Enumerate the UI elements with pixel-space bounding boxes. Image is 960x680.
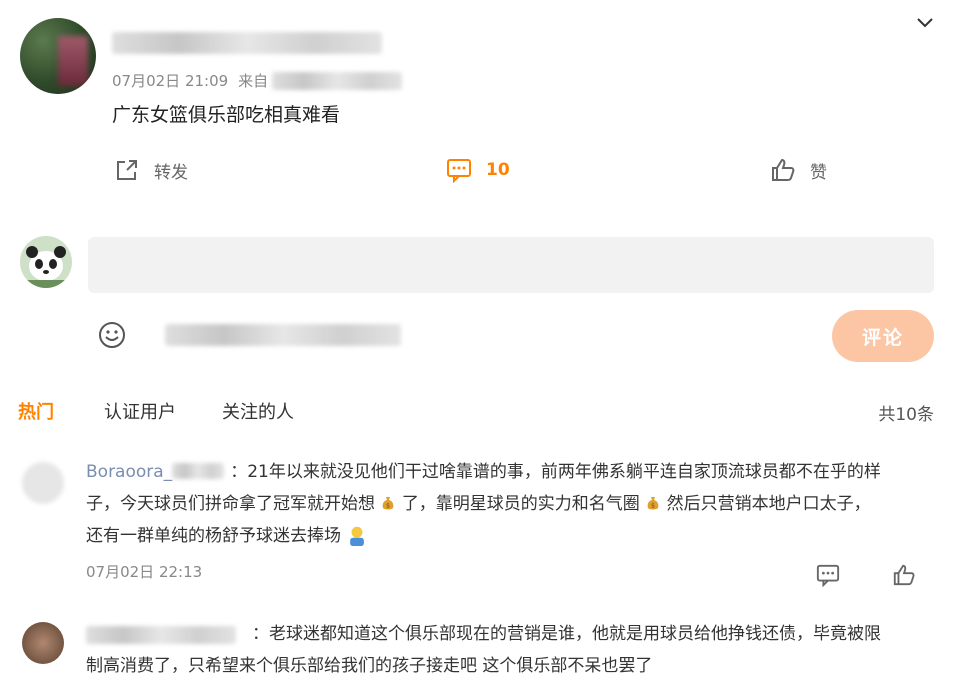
author-name-blurred[interactable] (112, 32, 382, 54)
comment-avatar[interactable] (22, 622, 64, 664)
submit-comment-button[interactable]: 评论 (832, 310, 934, 362)
post-meta: 07月02日 21:09 来自 (112, 70, 268, 91)
comment-input[interactable] (88, 237, 934, 293)
comment-body: ：老球迷都知道这个俱乐部现在的营销是谁，他就是用球员给他挣钱还债，毕竟被限 (252, 618, 932, 650)
svg-text:$: $ (651, 503, 655, 510)
repost-label: 转发 (154, 162, 188, 183)
author-avatar[interactable] (20, 18, 96, 94)
post-body: 广东女篮俱乐部吃相真难看 (112, 104, 341, 126)
repost-option-blurred[interactable] (165, 324, 401, 346)
comment-button[interactable]: 10 (446, 156, 510, 184)
thumbs-up-icon (772, 158, 795, 181)
comment-text-line1: 21年以来就没见他们干过啥靠谱的事，前两年佛系躺平连自家顶流球员都不在乎的样 (247, 462, 881, 482)
panda-avatar-image (20, 236, 72, 288)
username-blurred[interactable] (86, 626, 236, 644)
comment-total: 共10条 (878, 405, 934, 425)
comment-text-line2: 制高消费了，只希望来个俱乐部给我们的孩子接走吧 这个俱乐部不呆也罢了 (86, 656, 653, 676)
chevron-down-icon[interactable] (914, 12, 936, 34)
comment-count: 10 (486, 160, 510, 180)
person-emoji-icon (350, 526, 365, 546)
name-separator: ： (230, 462, 248, 482)
username-blurred (172, 463, 225, 479)
comment-text-line1: 老球迷都知道这个俱乐部现在的营销是谁，他就是用球员给他挣钱还债，毕竟被限 (269, 624, 881, 644)
comment-text-line2a: 子，今天球员们拼命拿了冠军就开始想 (86, 494, 375, 514)
post-source-prefix: 来自 (238, 72, 269, 90)
comment-icon (447, 159, 471, 183)
tab-hot[interactable]: 热门 (18, 398, 54, 424)
comment-body: Boraoora_ ：21年以来就没见他们干过啥靠谱的事，前两年佛系躺平连自家顶流… (86, 456, 916, 552)
comment-icon[interactable] (816, 563, 840, 587)
tab-verified-users[interactable]: 认证用户 (104, 398, 176, 424)
comment-avatar[interactable] (22, 462, 64, 504)
name-separator: ： (252, 624, 269, 644)
thumbs-up-icon[interactable] (892, 563, 916, 587)
comment-text-line3: 还有一群单纯的杨舒予球迷去捧场 (86, 526, 341, 546)
comment-body-continued: 制高消费了，只希望来个俱乐部给我们的孩子接走吧 这个俱乐部不呆也罢了 (86, 650, 916, 680)
comment-timestamp: 07月02日 22:13 (86, 563, 203, 581)
comment-filter-tabs: 热门 认证用户 关注的人 (18, 398, 340, 424)
like-button[interactable]: 赞 (770, 156, 827, 184)
comment-username[interactable]: Boraoora_ (86, 462, 172, 482)
repost-button[interactable]: 转发 (114, 156, 188, 184)
share-icon (117, 160, 137, 180)
comment-text-line2c: 然后只营销本地户口太子， (666, 494, 871, 514)
post-timestamp: 07月02日 21:09 (112, 72, 229, 90)
post-source-blurred[interactable] (272, 72, 402, 90)
like-label: 赞 (810, 162, 827, 183)
money-bag-icon: $ (383, 497, 394, 510)
smiley-icon[interactable] (97, 320, 127, 350)
svg-text:$: $ (386, 503, 390, 510)
current-user-avatar (20, 236, 72, 288)
money-bag-icon: $ (647, 497, 659, 510)
tab-following[interactable]: 关注的人 (222, 398, 294, 424)
comment-text-line2b: 了，靠明星球员的实力和名气圈 (401, 494, 640, 514)
